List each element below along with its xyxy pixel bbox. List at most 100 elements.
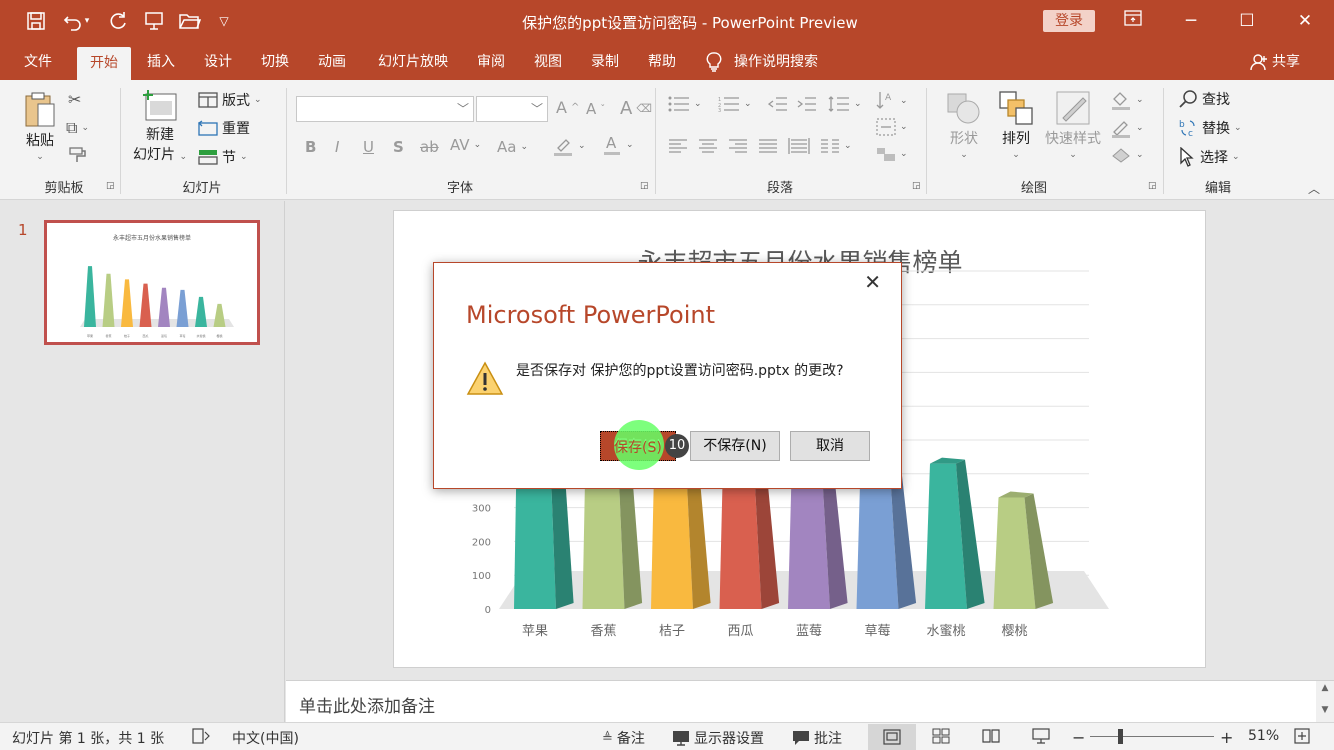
zoom-out-icon[interactable]: − [1072, 728, 1085, 747]
shadow-button[interactable]: S [393, 138, 404, 156]
section-button[interactable]: 节 ⌄ [198, 147, 248, 167]
cut-icon[interactable]: ✂ [68, 90, 81, 109]
reset-button[interactable]: 重置 [198, 118, 250, 138]
select-button[interactable]: 选择 ⌄ [1178, 147, 1240, 167]
zoom-in-icon[interactable]: + [1220, 728, 1233, 747]
dialog-launcher-icon[interactable]: ◲ [640, 181, 649, 191]
tab-design[interactable]: 设计 [193, 44, 243, 80]
tab-review[interactable]: 审阅 [466, 44, 516, 80]
tab-slideshow[interactable]: 幻灯片放映 [366, 44, 460, 80]
italic-button[interactable]: I [335, 138, 339, 156]
decrease-font-icon[interactable]: Aˇ [586, 100, 605, 118]
align-right-icon[interactable] [728, 138, 748, 154]
bullets-icon[interactable]: ⌄ [668, 96, 702, 112]
char-spacing-button[interactable]: AV ⌄ [450, 136, 481, 154]
line-spacing-icon[interactable]: ⌄ [828, 96, 862, 112]
maximize-icon[interactable]: ☐ [1232, 8, 1262, 34]
arrange-button[interactable]: 排列 ⌄ [996, 90, 1036, 160]
bold-button[interactable]: B [305, 138, 316, 156]
tab-animations[interactable]: 动画 [307, 44, 357, 80]
tab-insert[interactable]: 插入 [136, 44, 186, 80]
increase-font-icon[interactable]: A ^ [556, 98, 579, 117]
redo-icon[interactable] [104, 8, 132, 34]
reading-view-icon[interactable] [982, 728, 1000, 744]
normal-view-icon[interactable] [868, 724, 916, 750]
new-slide-button[interactable]: 新建 幻灯片 ⌄ [132, 88, 188, 164]
tab-help[interactable]: 帮助 [637, 44, 687, 80]
align-center-icon[interactable] [698, 138, 718, 154]
increase-indent-icon[interactable] [797, 96, 817, 112]
clear-format-icon[interactable]: A ⌫ [620, 98, 652, 119]
highlight-color-icon[interactable]: ⌄ [552, 136, 586, 156]
layout-button[interactable]: 版式 ⌄ [198, 90, 262, 110]
decrease-indent-icon[interactable] [768, 96, 788, 112]
shape-fill-icon[interactable]: ⌄ [1110, 90, 1144, 110]
cancel-button[interactable]: 取消 [790, 431, 870, 461]
shape-outline-icon[interactable]: ⌄ [1110, 118, 1144, 138]
share-button[interactable]: 共享 [1250, 44, 1312, 80]
columns-icon[interactable]: ⌄ [820, 138, 852, 154]
chart-bar[interactable] [925, 457, 985, 609]
numbering-icon[interactable]: 1 2 3 ⌄ [718, 96, 752, 112]
align-left-icon[interactable] [668, 138, 688, 154]
dialog-launcher-icon[interactable]: ◲ [106, 181, 115, 191]
tab-transitions[interactable]: 切换 [250, 44, 300, 80]
smartart-icon[interactable]: ⌄ [876, 146, 908, 162]
drawing-group-label: 绘图 [1020, 181, 1047, 196]
present-icon[interactable] [140, 8, 168, 34]
strikethrough-button[interactable]: ab [420, 138, 439, 156]
ribbon-display-icon[interactable] [1118, 8, 1148, 34]
language-status[interactable]: 中文(中国) [232, 728, 299, 748]
find-button[interactable]: 查找 [1178, 89, 1230, 109]
dont-save-button[interactable]: 不保存(N) [690, 431, 780, 461]
replace-button[interactable]: bc 替换 ⌄ [1178, 118, 1242, 138]
font-size-combo[interactable]: ﹀ [476, 96, 548, 122]
scroll-down-icon[interactable]: ▼ [1316, 705, 1334, 715]
chart-bar[interactable] [993, 491, 1054, 609]
close-window-icon[interactable]: ✕ [1290, 8, 1320, 34]
dialog-launcher-icon[interactable]: ◲ [1148, 181, 1157, 191]
tab-home[interactable]: 开始 [77, 47, 131, 80]
slide-sorter-icon[interactable] [932, 728, 950, 744]
copy-icon[interactable]: ⧉ ⌄ [66, 118, 89, 138]
align-text-icon[interactable]: ⌄ [876, 118, 908, 136]
save-icon[interactable] [22, 8, 50, 34]
login-button[interactable]: 登录 [1043, 10, 1095, 32]
fit-to-window-icon[interactable] [1294, 728, 1310, 744]
open-icon[interactable] [176, 8, 204, 34]
slideshow-view-icon[interactable] [1032, 728, 1050, 744]
change-case-button[interactable]: Aa ⌄ [497, 138, 528, 156]
comments-button[interactable]: 批注 [792, 728, 842, 748]
text-direction-icon[interactable]: A ⌄ [876, 90, 908, 112]
paste-button[interactable]: 粘贴 ⌄ [20, 90, 60, 162]
shapes-button[interactable]: 形状 ⌄ [944, 90, 984, 160]
font-name-combo[interactable]: ﹀ [296, 96, 474, 122]
justify-icon[interactable] [758, 138, 778, 154]
tell-me-search[interactable]: 操作说明搜索 [706, 44, 840, 80]
tab-file[interactable]: 文件 [12, 44, 64, 80]
notes-scrollbar[interactable]: ▲ ▼ [1316, 681, 1334, 723]
distributed-icon[interactable] [788, 138, 810, 154]
notes-pane[interactable]: 单击此处添加备注 ▲ ▼ [286, 680, 1334, 723]
scroll-up-icon[interactable]: ▲ [1316, 683, 1334, 693]
underline-button[interactable]: U [363, 138, 374, 156]
slide-thumbnail[interactable]: 永丰超市五月份水果销售榜单 苹果 香蕉 桔子 西瓜 蓝莓 草莓 水蜜桃 樱桃 [44, 220, 260, 345]
minimize-icon[interactable]: ─ [1176, 8, 1206, 34]
quick-styles-button[interactable]: 快速样式 ⌄ [1042, 90, 1104, 160]
font-color-icon[interactable]: A ⌄ [602, 134, 634, 156]
tab-view[interactable]: 视图 [523, 44, 573, 80]
dialog-launcher-icon[interactable]: ◲ [912, 181, 921, 191]
collapse-ribbon-icon[interactable]: ︿ [1308, 180, 1320, 197]
dialog-close-icon[interactable]: ✕ [864, 270, 881, 294]
shape-effects-icon[interactable]: ⌄ [1110, 146, 1144, 164]
customize-icon[interactable]: ▽ [214, 8, 234, 34]
zoom-slider-track[interactable] [1090, 736, 1214, 737]
format-painter-icon[interactable] [68, 146, 88, 164]
display-settings-button[interactable]: 显示器设置 [672, 728, 764, 748]
accessibility-icon[interactable] [192, 728, 210, 744]
zoom-level[interactable]: 51% [1248, 728, 1279, 744]
notes-button[interactable]: ≜ 备注 [602, 728, 645, 748]
zoom-slider-thumb[interactable] [1118, 729, 1123, 744]
tab-record[interactable]: 录制 [580, 44, 630, 80]
undo-icon[interactable]: ▾ [58, 8, 94, 34]
